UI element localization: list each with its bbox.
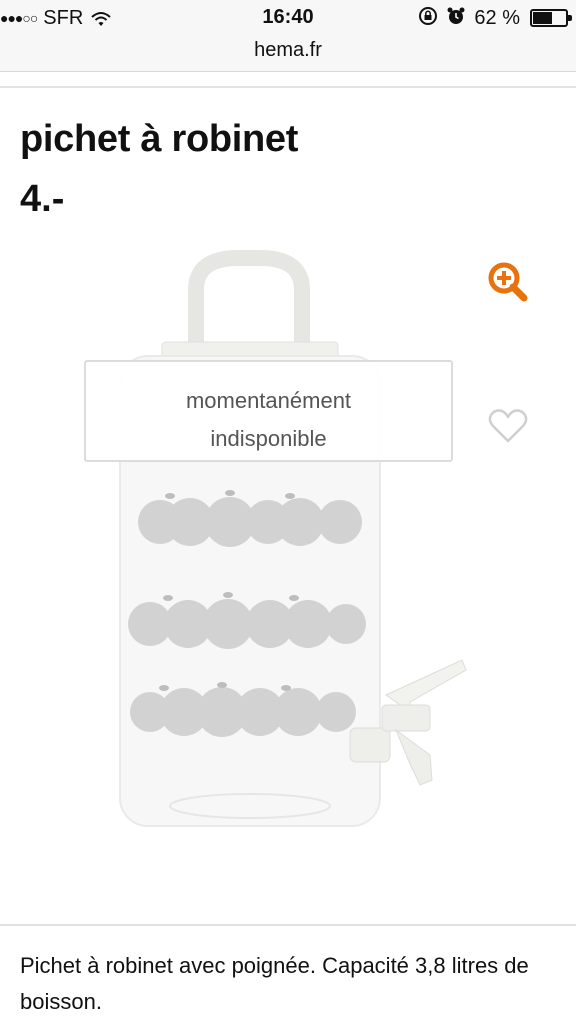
product-price: 4.-: [20, 178, 65, 220]
battery-fill: [533, 12, 552, 24]
url-text: hema.fr: [254, 39, 322, 61]
availability-line-2: indisponible: [210, 426, 327, 451]
alarm-icon: [446, 6, 466, 31]
availability-notice: momentanément indisponible: [84, 360, 453, 462]
battery-tip: [568, 15, 572, 21]
zoom-in-icon: [488, 262, 528, 302]
favorite-button[interactable]: [488, 408, 528, 444]
description-divider: [0, 924, 576, 926]
product-image[interactable]: [110, 250, 480, 840]
orientation-lock-icon: [418, 6, 438, 31]
status-bar: ●●●○○ SFR 16:40 62 %: [0, 0, 576, 36]
battery-icon: [530, 9, 572, 27]
product-title: pichet à robinet: [20, 118, 299, 160]
zoom-button[interactable]: [486, 260, 530, 304]
product-description: Pichet à robinet avec poignée. Capacité …: [20, 953, 529, 1014]
address-bar[interactable]: hema.fr: [0, 36, 576, 72]
availability-line-1: momentanément: [185, 388, 352, 413]
header-divider: [0, 86, 576, 90]
battery-percent: 62 %: [474, 6, 520, 29]
drink-dispenser-illustration: [119, 250, 467, 827]
heart-icon: [488, 409, 528, 443]
status-right: 62 %: [418, 6, 572, 31]
